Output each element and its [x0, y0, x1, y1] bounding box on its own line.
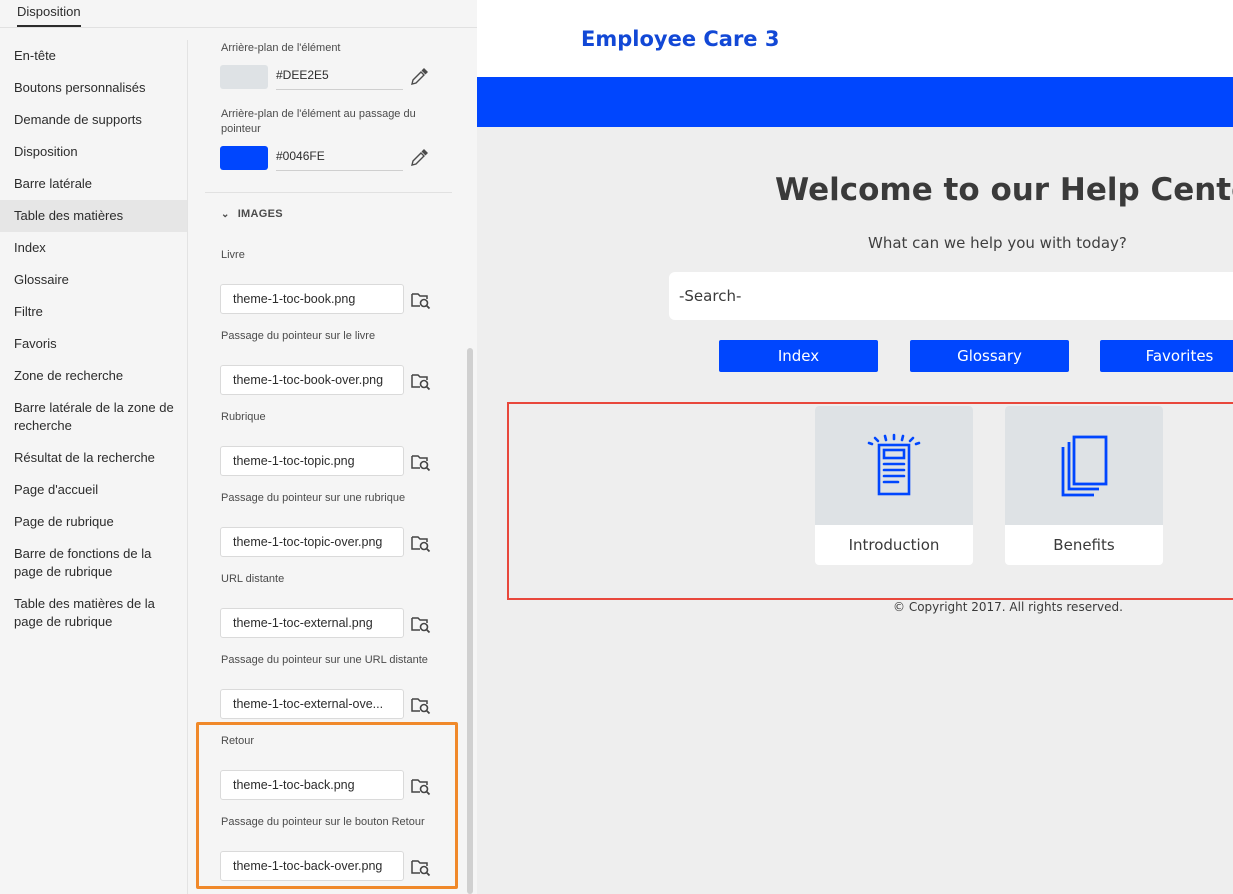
topic-image-input[interactable]: theme-1-toc-topic.png — [220, 446, 404, 476]
item-bg-hex-field[interactable]: #DEE2E5 — [276, 62, 403, 90]
browse-folder-icon[interactable] — [411, 452, 431, 472]
glossary-button[interactable]: Glossary — [910, 340, 1069, 372]
preview-header: Employee Care 3 — [477, 0, 1233, 77]
nav-item-boutons[interactable]: Boutons personnalisés — [0, 79, 187, 97]
nav-item-page-rubrique[interactable]: Page de rubrique — [0, 513, 187, 531]
nav-item-disposition[interactable]: Disposition — [0, 143, 187, 161]
properties-scrollbar[interactable] — [467, 348, 473, 894]
back-over-image-input[interactable]: theme-1-toc-back-over.png — [220, 851, 404, 881]
tab-disposition[interactable]: Disposition — [17, 4, 81, 27]
item-bg-label: Arrière-plan de l'élément — [221, 42, 341, 54]
app-window: Disposition En-tête Boutons personnalisé… — [0, 0, 1233, 894]
book-over-image-input[interactable]: theme-1-toc-book-over.png — [220, 365, 404, 395]
document-icon — [867, 433, 921, 496]
nav-item-zone-recherche[interactable]: Zone de recherche — [0, 367, 187, 385]
brand-title[interactable]: Employee Care 3 — [581, 27, 779, 51]
nav-item-barre-fonctions[interactable]: Barre de fonctions de la page de rubriqu… — [0, 545, 187, 581]
welcome-subtitle: What can we help you with today? — [868, 234, 1127, 252]
browse-folder-icon[interactable] — [411, 776, 431, 796]
welcome-heading: Welcome to our Help Center — [775, 172, 1233, 208]
browse-folder-icon[interactable] — [411, 695, 431, 715]
toc-card-introduction[interactable]: Introduction — [815, 406, 973, 565]
nav-item-demande-supports[interactable]: Demande de supports — [0, 111, 187, 129]
nav-item-en-tete[interactable]: En-tête — [0, 47, 187, 65]
nav-item-page-accueil[interactable]: Page d'accueil — [0, 481, 187, 499]
nav-item-favoris[interactable]: Favoris — [0, 335, 187, 353]
card-label-benefits: Benefits — [1053, 536, 1115, 554]
images-section-title: IMAGES — [237, 208, 283, 220]
browse-folder-icon[interactable] — [411, 533, 431, 553]
browse-folder-icon[interactable] — [411, 614, 431, 634]
external-label: URL distante — [221, 573, 285, 585]
preview-pane: Employee Care 3 Welcome to our Help Cent… — [477, 0, 1233, 894]
nav-item-index[interactable]: Index — [0, 239, 187, 257]
eyedropper-icon[interactable] — [410, 149, 428, 167]
external-image-input[interactable]: theme-1-toc-external.png — [220, 608, 404, 638]
eyedropper-icon[interactable] — [410, 68, 428, 86]
card-label-introduction: Introduction — [848, 536, 940, 554]
topic-over-image-input[interactable]: theme-1-toc-topic-over.png — [220, 527, 404, 557]
external-over-image-input[interactable]: theme-1-toc-external-ove... — [220, 689, 404, 719]
favorites-button[interactable]: Favorites — [1100, 340, 1233, 372]
images-section-header[interactable]: ⌄ IMAGES — [221, 208, 283, 220]
copy-pages-icon — [1061, 435, 1108, 497]
nav-item-filtre[interactable]: Filtre — [0, 303, 187, 321]
browse-folder-icon[interactable] — [411, 857, 431, 877]
copyright-text: © Copyright 2017. All rights reserved. — [893, 600, 1123, 614]
item-hover-bg-label: Arrière-plan de l'élément au passage du … — [221, 108, 416, 135]
index-button[interactable]: Index — [719, 340, 878, 372]
back-label: Retour — [221, 735, 255, 747]
chevron-down-icon: ⌄ — [221, 209, 230, 220]
nav-item-barre-laterale[interactable]: Barre latérale — [0, 175, 187, 193]
browse-folder-icon[interactable] — [411, 371, 431, 391]
book-image-input[interactable]: theme-1-toc-book.png — [220, 284, 404, 314]
settings-nav: En-tête Boutons personnalisés Demande de… — [0, 40, 187, 894]
item-hover-bg-swatch[interactable] — [220, 146, 268, 170]
back-over-label: Passage du pointeur sur le bouton Retour — [221, 816, 425, 828]
nav-item-barre-zone-recherche[interactable]: Barre latérale de la zone de recherche — [0, 399, 187, 435]
browse-folder-icon[interactable] — [411, 290, 431, 310]
external-over-label: Passage du pointeur sur une URL distante — [221, 654, 428, 666]
properties-panel: Arrière-plan de l'élément #DEE2E5 Arrièr… — [188, 28, 477, 894]
book-label: Livre — [221, 249, 245, 261]
book-over-label: Passage du pointeur sur le livre — [221, 330, 376, 342]
tab-bar: Disposition — [0, 0, 477, 28]
preview-nav-bar — [477, 77, 1233, 127]
search-input[interactable]: -Search- — [669, 272, 1233, 320]
nav-item-glossaire[interactable]: Glossaire — [0, 271, 187, 289]
topic-over-label: Passage du pointeur sur une rubrique — [221, 492, 406, 504]
nav-item-toc-page-rubrique[interactable]: Table des matières de la page de rubriqu… — [0, 595, 187, 631]
nav-item-resultat-recherche[interactable]: Résultat de la recherche — [0, 449, 187, 467]
item-hover-bg-hex-field[interactable]: #0046FE — [276, 143, 403, 171]
back-image-input[interactable]: theme-1-toc-back.png — [220, 770, 404, 800]
toc-card-benefits[interactable]: Benefits — [1005, 406, 1163, 565]
section-divider — [205, 192, 452, 193]
topic-label: Rubrique — [221, 411, 266, 423]
editor-panel: Disposition En-tête Boutons personnalisé… — [0, 0, 477, 894]
item-bg-swatch[interactable] — [220, 65, 268, 89]
nav-item-table-des-matieres[interactable]: Table des matières — [0, 200, 187, 232]
